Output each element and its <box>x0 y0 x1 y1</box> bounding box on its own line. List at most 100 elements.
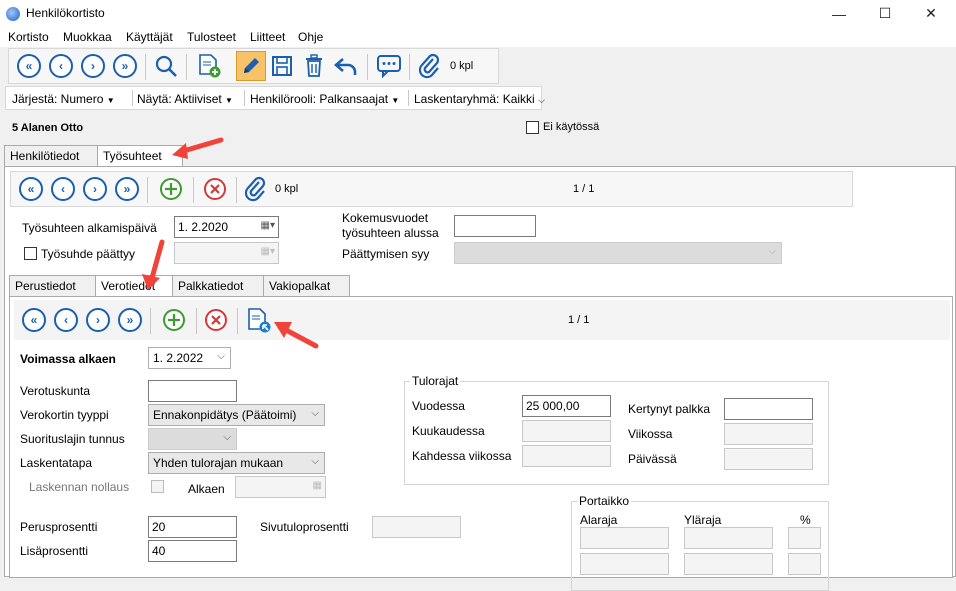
group-dropdown[interactable]: Laskentaryhmä: Kaikki ⌵ <box>414 92 545 106</box>
end-reason-select[interactable]: ⌵ <box>454 242 782 264</box>
yearly-input[interactable]: 25 000,00 <box>522 395 611 417</box>
filter-separator <box>132 90 133 106</box>
scale-upper-header: Yläraja <box>684 513 722 527</box>
biweekly-input[interactable] <box>522 445 611 467</box>
undo-button[interactable] <box>332 52 360 80</box>
card-type-value: Ennakonpidätys (Päätoimi) <box>153 408 297 422</box>
inactive-checkbox[interactable] <box>526 121 539 134</box>
toolbar-separator <box>237 308 238 334</box>
scale-title: Portaikko <box>577 494 632 508</box>
employment-first-button[interactable]: « <box>17 175 45 203</box>
extra-pct-label: Lisäprosentti <box>20 544 89 558</box>
payment-type-select[interactable]: ⌵ <box>148 428 237 450</box>
employment-remove-button[interactable] <box>201 175 229 203</box>
employment-last-button[interactable]: » <box>113 175 141 203</box>
tax-import-button[interactable] <box>245 306 273 334</box>
menu-ohje[interactable]: Ohje <box>298 30 323 44</box>
valid-from-select[interactable]: 1. 2.2022 ⌵ <box>148 347 231 369</box>
minimize-button[interactable]: — <box>816 0 862 27</box>
tax-panel: « ‹ › » 1 / 1 Voimassa alkaen 1. 2.2022 ⌵… <box>9 296 953 591</box>
weekly-input[interactable] <box>724 423 813 445</box>
extra-pct-input[interactable]: 40 <box>148 540 237 562</box>
employment-attachments-button[interactable] <box>241 175 269 203</box>
tab-vakiopalkat[interactable]: Vakiopalkat <box>263 275 350 296</box>
menu-kortisto[interactable]: Kortisto <box>8 30 49 44</box>
next-record-button[interactable]: › <box>79 52 107 80</box>
municipality-input[interactable] <box>148 380 237 402</box>
calendar-icon[interactable]: ▦▾ <box>261 220 275 231</box>
maximize-button[interactable]: ☐ <box>862 0 908 27</box>
paperclip-icon <box>245 176 265 202</box>
show-dropdown[interactable]: Näytä: Aktiiviset ▼ <box>137 92 233 106</box>
chevron-down-icon: ⌵ <box>768 246 776 257</box>
first-record-button[interactable]: « <box>15 52 43 80</box>
sort-dropdown-label: Järjestä: Numero <box>12 92 104 106</box>
trash-icon <box>306 54 322 77</box>
scale-lower-input[interactable] <box>580 527 669 549</box>
calendar-icon: ▦ <box>312 480 322 491</box>
toolbar-separator <box>147 177 148 203</box>
toolbar-separator <box>196 308 197 334</box>
payment-type-label: Suorituslajin tunnus <box>20 432 125 446</box>
scale-pct-input[interactable] <box>788 527 821 549</box>
role-dropdown[interactable]: Henkilörooli: Palkansaajat ▼ <box>250 92 399 106</box>
chevron-down-icon: ⌵ <box>223 432 231 443</box>
menu-tulosteet[interactable]: Tulosteet <box>187 30 236 44</box>
message-button[interactable] <box>375 52 403 80</box>
tax-first-button[interactable]: « <box>20 306 48 334</box>
from-label: Alkaen <box>188 482 225 496</box>
search-button[interactable] <box>152 52 180 80</box>
employment-attachment-count: 0 kpl <box>275 183 299 195</box>
menu-muokkaa[interactable]: Muokkaa <box>63 30 112 44</box>
last-record-button[interactable]: » <box>111 52 139 80</box>
tax-next-button[interactable]: › <box>84 306 112 334</box>
attachments-button[interactable] <box>415 52 443 80</box>
tab-verotiedot[interactable]: Verotiedot <box>95 275 173 298</box>
employment-previous-button[interactable]: ‹ <box>49 175 77 203</box>
daily-input[interactable] <box>724 448 813 470</box>
chevron-left-icon: ‹ <box>49 54 73 78</box>
save-button[interactable] <box>268 52 296 80</box>
base-pct-label: Perusprosentti <box>20 520 98 534</box>
monthly-input[interactable] <box>522 420 611 442</box>
calc-method-select[interactable]: Yhden tulorajan mukaan ⌵ <box>148 452 325 474</box>
card-type-select[interactable]: Ennakonpidätys (Päätoimi) ⌵ <box>148 404 325 426</box>
employment-pager: 1 / 1 <box>573 183 595 195</box>
valid-from-value: 1. 2.2022 <box>153 351 204 365</box>
menu-kayttajat[interactable]: Käyttäjät <box>126 30 173 44</box>
tax-last-button[interactable]: » <box>116 306 144 334</box>
reset-checkbox[interactable] <box>151 480 164 493</box>
edit-button[interactable] <box>236 51 266 81</box>
employment-ended-checkbox[interactable] <box>24 247 37 260</box>
new-record-button[interactable] <box>195 52 223 80</box>
tax-add-button[interactable] <box>160 306 188 334</box>
side-pct-input[interactable] <box>372 516 461 538</box>
tax-previous-button[interactable]: ‹ <box>52 306 80 334</box>
side-pct-label: Sivutuloprosentti <box>260 520 349 534</box>
close-button[interactable]: ✕ <box>908 0 954 27</box>
tax-remove-button[interactable] <box>202 306 230 334</box>
employment-add-button[interactable] <box>157 175 185 203</box>
experience-years-input[interactable] <box>454 215 536 237</box>
from-date-field[interactable]: ▦ <box>235 476 326 498</box>
previous-record-button[interactable]: ‹ <box>47 52 75 80</box>
scale-pct-input[interactable] <box>788 553 821 575</box>
sort-dropdown[interactable]: Järjestä: Numero ▼ <box>12 92 115 106</box>
end-date-field[interactable]: ▦▾ <box>174 242 279 264</box>
tab-palkkatiedot[interactable]: Palkkatiedot <box>172 275 264 296</box>
tab-tyosuhteet[interactable]: Työsuhteet <box>97 145 183 168</box>
accrued-input[interactable] <box>724 398 813 420</box>
remove-circle-icon <box>205 309 227 331</box>
scale-upper-input[interactable] <box>684 553 773 575</box>
scale-lower-input[interactable] <box>580 553 669 575</box>
double-chevron-left-icon: « <box>22 308 46 332</box>
employment-next-button[interactable]: › <box>81 175 109 203</box>
experience-label-2: työsuhteen alussa <box>342 226 439 240</box>
scale-upper-input[interactable] <box>684 527 773 549</box>
tab-henkilotiedot[interactable]: Henkilötiedot <box>4 145 99 166</box>
tab-perustiedot[interactable]: Perustiedot <box>9 275 97 296</box>
base-pct-input[interactable]: 20 <box>148 516 237 538</box>
delete-button[interactable] <box>300 52 328 80</box>
menu-liitteet[interactable]: Liitteet <box>250 30 285 44</box>
start-date-field[interactable]: 1. 2.2020 ▦▾ <box>174 216 279 238</box>
